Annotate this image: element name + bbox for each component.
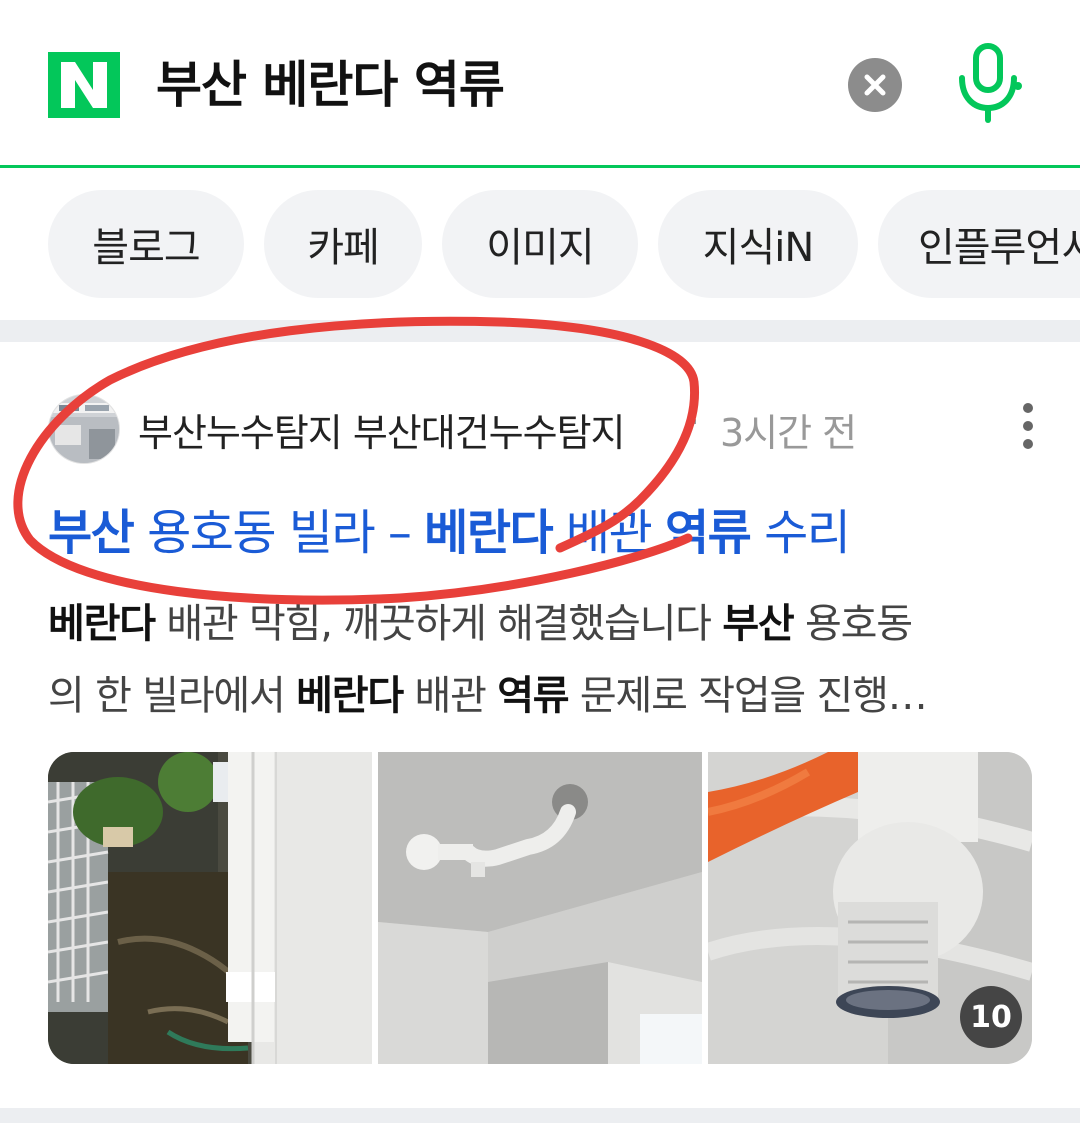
title-text: 배관 [552,505,665,561]
snippet-text: 배관 막힘, 깨끗하게 해결했습니다 [154,601,723,647]
snippet-text: 문제로 작업을 진행… [568,673,928,719]
result-snippet[interactable]: 베란다 배관 막힘, 깨끗하게 해결했습니다 부산 용호동 의 한 빌라에서 베… [48,588,1038,732]
source-name[interactable]: 부산누수탐지 부산대건누수탐지 [138,402,626,457]
more-vertical-icon [1023,403,1033,449]
category-tabs: 블로그 카페 이미지 지식iN 인플루언서 [0,190,1080,300]
header-divider [0,165,1080,168]
voice-search-button[interactable] [952,42,1024,124]
title-text: 용호동 빌라 – [133,505,425,561]
tab-kin[interactable]: 지식iN [658,190,858,298]
clear-button[interactable] [848,58,902,112]
microphone-icon [959,43,1022,123]
meta-separator: · [688,400,701,444]
search-input[interactable]: 부산 베란다 역류 [156,52,505,118]
title-highlight: 역류 [665,505,752,561]
tab-blog[interactable]: 블로그 [48,190,244,298]
result-image-strip: 10 [48,752,1032,1064]
thumbnail-pipe-repair[interactable]: 10 [708,752,1032,1064]
thumbnail-balcony-flood[interactable] [48,752,372,1064]
title-text: 수리 [750,505,851,561]
close-icon [864,74,886,96]
avatar[interactable] [48,394,120,464]
snippet-highlight: 부산 [722,601,794,647]
snippet-text: 용호동 [793,601,913,647]
tab-cafe[interactable]: 카페 [264,190,422,298]
title-highlight: 베란다 [424,505,553,561]
section-separator [0,1108,1080,1123]
result-title[interactable]: 부산 용호동 빌라 – 베란다 배관 역류 수리 [48,500,851,566]
snippet-text: 의 한 빌라에서 [48,673,297,719]
result-source: 부산누수탐지 부산대건누수탐지 · 3시간 전 [48,394,1048,466]
snippet-text: 배관 [402,673,498,719]
tab-images[interactable]: 이미지 [442,190,638,298]
thumbnail-ceiling-pipe[interactable] [378,752,702,1064]
post-time: 3시간 전 [720,411,857,455]
snippet-highlight: 베란다 [48,601,156,647]
search-header: 부산 베란다 역류 [0,0,1080,168]
naver-logo[interactable] [48,52,120,118]
tab-influencer[interactable]: 인플루언서 [878,190,1080,298]
snippet-line: 베란다 배관 막힘, 깨끗하게 해결했습니다 부산 용호동 [48,588,1038,660]
snippet-highlight: 베란다 [296,673,404,719]
title-highlight: 부산 [48,505,135,561]
more-options-button[interactable] [1008,402,1048,450]
snippet-highlight: 역류 [497,673,569,719]
image-count-badge: 10 [960,986,1022,1048]
snippet-line: 의 한 빌라에서 베란다 배관 역류 문제로 작업을 진행… [48,660,1038,732]
section-separator [0,320,1080,342]
